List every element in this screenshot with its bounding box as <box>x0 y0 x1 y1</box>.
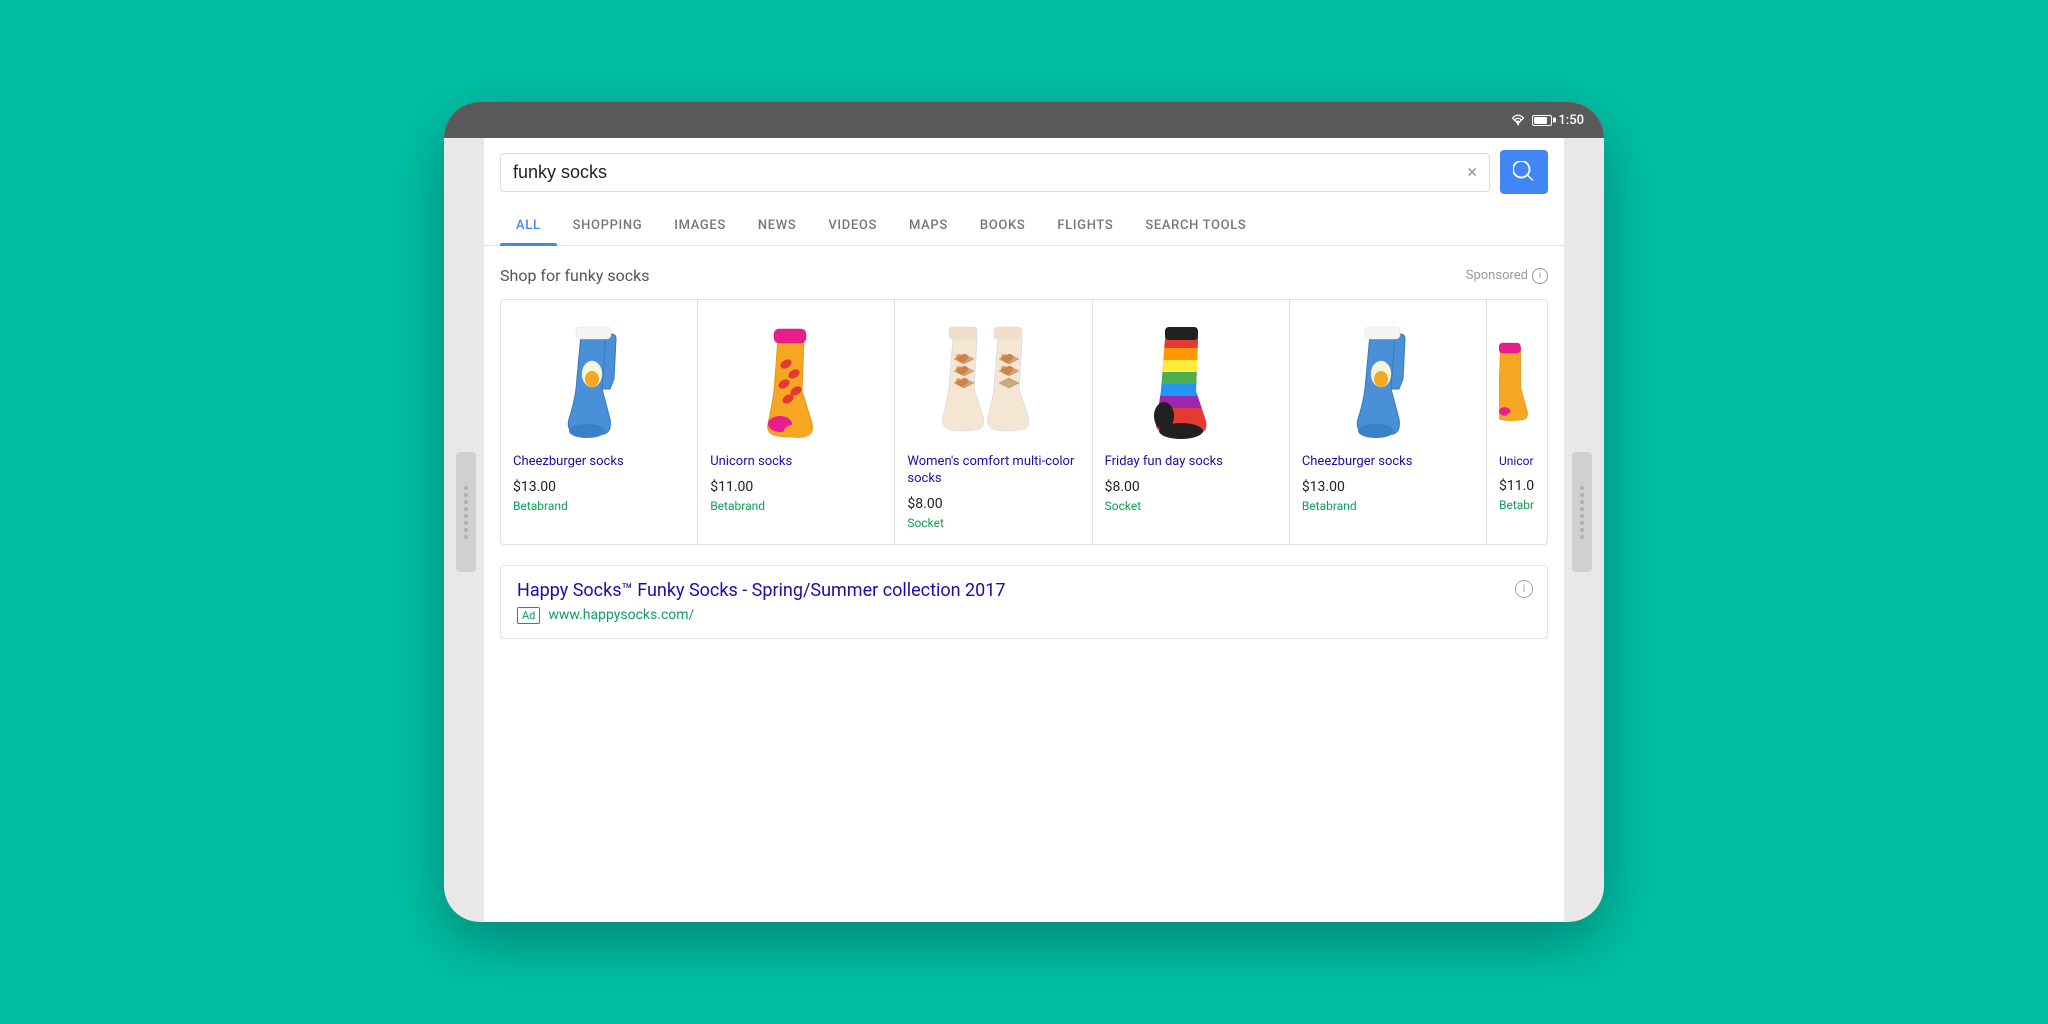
ad-badge: Ad <box>517 607 540 624</box>
tablet-device: 1:50 funky socks × ALL SHOPPING IMAGES N… <box>444 102 1604 922</box>
product-price-1: $13.00 <box>513 479 685 495</box>
search-input[interactable]: funky socks <box>513 162 1459 183</box>
status-icons: 1:50 <box>1510 113 1584 128</box>
tab-news[interactable]: NEWS <box>742 206 812 245</box>
product-price-4: $8.00 <box>1105 479 1277 495</box>
product-name-5: Cheezburger socks <box>1302 454 1474 471</box>
wifi-icon <box>1510 114 1526 126</box>
product-name-2: Unicorn socks <box>710 454 882 471</box>
ad-url-row: Ad www.happysocks.com/ <box>517 607 1531 624</box>
ad-result: Happy Socks™ Funky Socks - Spring/Summer… <box>500 565 1548 639</box>
sock-cheezburger-1-img <box>554 319 644 439</box>
product-image-1 <box>513 314 685 444</box>
tab-search-tools[interactable]: SEARCH TOOLS <box>1129 206 1262 245</box>
product-price-3: $8.00 <box>907 496 1079 512</box>
product-store-6: Betabr <box>1499 498 1535 512</box>
speaker-left <box>456 452 476 572</box>
product-store-5: Betabrand <box>1302 499 1474 513</box>
product-name-1: Cheezburger socks <box>513 454 685 471</box>
clear-icon[interactable]: × <box>1467 162 1477 183</box>
shop-title: Shop for funky socks <box>500 266 649 285</box>
product-name-3: Women's comfort multi-color socks <box>907 454 1079 488</box>
search-icon <box>1513 161 1535 183</box>
info-icon[interactable]: i <box>1532 268 1548 284</box>
search-button[interactable] <box>1500 150 1548 194</box>
product-name-4: Friday fun day socks <box>1105 454 1277 471</box>
product-card-2[interactable]: Unicorn socks $11.00 Betabrand <box>698 300 895 544</box>
sock-comfort-img <box>934 319 1054 439</box>
tab-books[interactable]: BOOKS <box>964 206 1041 245</box>
shop-header: Shop for funky socks Sponsored i <box>500 266 1548 285</box>
product-store-2: Betabrand <box>710 499 882 513</box>
product-store-3: Socket <box>907 516 1079 530</box>
status-time: 1:50 <box>1558 113 1584 128</box>
speaker-right <box>1572 452 1592 572</box>
tab-shopping[interactable]: SHOPPING <box>557 206 659 245</box>
product-card-6[interactable]: Unicor $11.00 Betabr <box>1487 300 1547 544</box>
sock-friday-img <box>1146 319 1236 439</box>
product-card-3[interactable]: Women's comfort multi-color socks $8.00 … <box>895 300 1092 544</box>
sock-cheezburger-2-img <box>1343 319 1433 439</box>
tab-maps[interactable]: MAPS <box>893 206 964 245</box>
product-name-6: Unicor <box>1499 454 1535 470</box>
product-image-2 <box>710 314 882 444</box>
product-price-2: $11.00 <box>710 479 882 495</box>
sponsored-label: Sponsored i <box>1466 268 1548 284</box>
tab-videos[interactable]: VIDEOS <box>812 206 893 245</box>
product-image-6 <box>1499 314 1535 444</box>
product-image-5 <box>1302 314 1474 444</box>
tab-images[interactable]: IMAGES <box>658 206 742 245</box>
product-price-6: $11.00 <box>1499 478 1535 494</box>
search-input-wrapper: funky socks × <box>500 153 1490 192</box>
search-bar-area: funky socks × <box>484 138 1564 206</box>
ad-info-icon[interactable]: i <box>1515 580 1533 598</box>
product-image-4 <box>1105 314 1277 444</box>
product-card-5[interactable]: Cheezburger socks $13.00 Betabrand <box>1290 300 1487 544</box>
ad-title[interactable]: Happy Socks™ Funky Socks - Spring/Summer… <box>517 580 1531 601</box>
status-bar: 1:50 <box>444 102 1604 138</box>
nav-tabs: ALL SHOPPING IMAGES NEWS VIDEOS MAPS BOO… <box>484 206 1564 246</box>
product-price-5: $13.00 <box>1302 479 1474 495</box>
product-card-4[interactable]: Friday fun day socks $8.00 Socket <box>1093 300 1290 544</box>
ad-url: www.happysocks.com/ <box>548 607 694 623</box>
browser-content: funky socks × ALL SHOPPING IMAGES NEWS V… <box>484 138 1564 922</box>
product-store-1: Betabrand <box>513 499 685 513</box>
battery-icon <box>1532 115 1552 126</box>
product-card-1[interactable]: Cheezburger socks $13.00 Betabrand <box>501 300 698 544</box>
main-content: Shop for funky socks Sponsored i <box>484 246 1564 922</box>
product-store-4: Socket <box>1105 499 1277 513</box>
shop-section: Shop for funky socks Sponsored i <box>500 266 1548 545</box>
product-image-3 <box>907 314 1079 444</box>
sock-unicorn-2-img <box>1499 319 1535 439</box>
tab-flights[interactable]: FLIGHTS <box>1041 206 1129 245</box>
products-grid: Cheezburger socks $13.00 Betabrand <box>500 299 1548 545</box>
tab-all[interactable]: ALL <box>500 206 557 245</box>
sock-unicorn-img <box>756 319 836 439</box>
